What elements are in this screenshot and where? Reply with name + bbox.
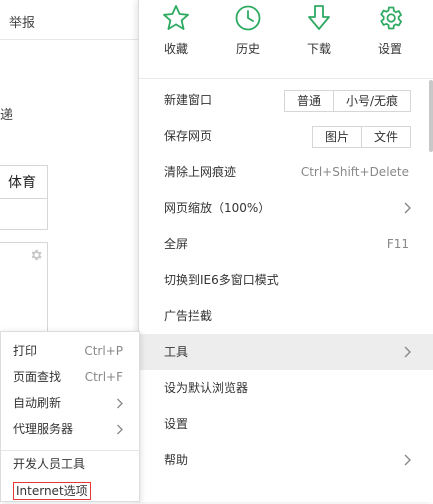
- internet-options-label: Internet选项: [13, 482, 91, 500]
- clear-history-shortcut: Ctrl+Shift+Delete: [300, 165, 409, 179]
- menu-item-settings[interactable]: 设置: [139, 406, 433, 442]
- chevron-right-icon: [404, 346, 411, 358]
- save-as-image-button[interactable]: 图片: [313, 127, 361, 147]
- auto-refresh-label: 自动刷新: [13, 396, 62, 410]
- quick-actions-bar: 收藏 历史 下载 设置: [139, 0, 433, 79]
- menu-item-new-window: 新建窗口 普通 小号/无痕: [139, 82, 433, 118]
- star-icon: [163, 5, 189, 30]
- submenu-item-devtools[interactable]: 开发人员工具: [1, 451, 139, 477]
- background-panel: [0, 198, 48, 230]
- find-shortcut: Ctrl+F: [84, 370, 123, 384]
- chevron-right-icon: [117, 424, 123, 435]
- proxy-label: 代理服务器: [13, 422, 74, 436]
- new-window-normal-button[interactable]: 普通: [285, 91, 333, 111]
- submenu-item-auto-refresh[interactable]: 自动刷新: [1, 390, 139, 416]
- submenu-item-print[interactable]: 打印 Ctrl+P: [1, 338, 139, 364]
- background-partial-text: 递: [0, 108, 14, 123]
- favorites-label: 收藏: [163, 42, 188, 56]
- gear-icon: [380, 6, 402, 30]
- chevron-right-icon: [404, 202, 411, 214]
- settings-button[interactable]: 设置: [360, 4, 420, 64]
- menu-item-save-page: 保存网页 图片 文件: [139, 118, 433, 154]
- menu-item-ad-block[interactable]: 广告拦截: [139, 298, 433, 334]
- set-default-label: 设为默认浏览器: [164, 381, 249, 395]
- browser-main-menu: 收藏 历史 下载 设置 新建窗口 普通 小号/无痕 保存网页 图片 文件 清除上…: [138, 0, 433, 502]
- print-shortcut: Ctrl+P: [84, 344, 123, 358]
- history-label: 历史: [235, 42, 260, 56]
- print-label: 打印: [13, 344, 38, 358]
- report-link[interactable]: 举报: [0, 0, 138, 40]
- menu-item-tools[interactable]: 工具: [139, 334, 433, 370]
- menu-item-clear-history[interactable]: 清除上网痕迹 Ctrl+Shift+Delete: [139, 154, 433, 190]
- tools-label: 工具: [164, 345, 189, 359]
- menu-item-fullscreen[interactable]: 全屏 F11: [139, 226, 433, 262]
- help-label: 帮助: [164, 453, 189, 467]
- menu-item-set-default[interactable]: 设为默认浏览器: [139, 370, 433, 406]
- save-page-options: 图片 文件: [311, 126, 411, 148]
- new-window-private-button[interactable]: 小号/无痕: [332, 91, 410, 111]
- download-label: 下载: [306, 42, 331, 56]
- settings-item-label: 设置: [164, 417, 189, 431]
- download-button[interactable]: 下载: [289, 4, 349, 64]
- submenu-item-find[interactable]: 页面查找 Ctrl+F: [1, 364, 139, 390]
- favorites-button[interactable]: 收藏: [146, 4, 206, 64]
- sports-label: 体育: [8, 175, 36, 191]
- devtools-label: 开发人员工具: [13, 457, 86, 471]
- new-window-options: 普通 小号/无痕: [283, 90, 411, 112]
- sports-tab[interactable]: 体育: [0, 165, 48, 199]
- chevron-right-icon: [117, 398, 123, 409]
- ie6-mode-label: 切换到IE6多窗口模式: [164, 273, 279, 287]
- menu-item-zoom[interactable]: 网页缩放（100%）: [139, 190, 433, 226]
- fullscreen-shortcut: F11: [386, 237, 409, 251]
- report-label: 举报: [9, 16, 36, 31]
- settings-label: 设置: [377, 42, 402, 56]
- new-window-label: 新建窗口: [164, 93, 213, 107]
- find-label: 页面查找: [13, 370, 62, 384]
- download-arrow-icon: [308, 5, 330, 30]
- zoom-label: 网页缩放（100%）: [164, 201, 271, 215]
- ad-block-label: 广告拦截: [164, 309, 213, 323]
- chevron-right-icon: [404, 454, 411, 466]
- clock-icon: [235, 5, 261, 31]
- tools-submenu: 打印 Ctrl+P 页面查找 Ctrl+F 自动刷新 代理服务器 开发人员工具 …: [0, 331, 140, 502]
- submenu-item-internet-options[interactable]: Internet选项: [1, 478, 139, 504]
- gear-icon[interactable]: [29, 248, 43, 262]
- clear-history-label: 清除上网痕迹: [164, 165, 237, 179]
- menu-item-help[interactable]: 帮助: [139, 442, 433, 478]
- fullscreen-label: 全屏: [164, 237, 189, 251]
- history-button[interactable]: 历史: [218, 4, 278, 64]
- save-as-file-button[interactable]: 文件: [360, 127, 410, 147]
- menu-item-ie6-mode[interactable]: 切换到IE6多窗口模式: [139, 262, 433, 298]
- save-page-label: 保存网页: [164, 129, 213, 143]
- submenu-item-proxy[interactable]: 代理服务器: [1, 416, 139, 442]
